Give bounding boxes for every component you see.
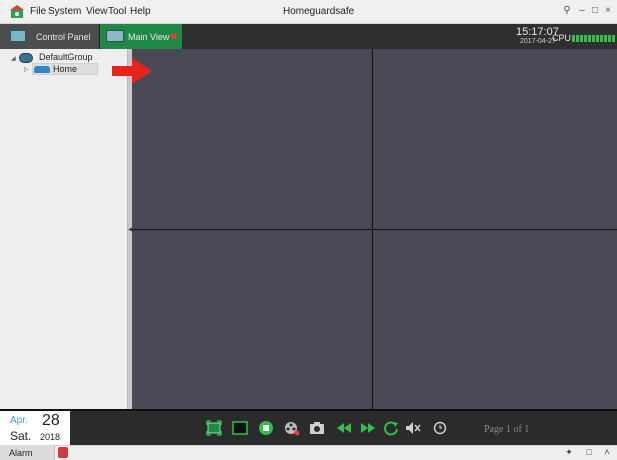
- tree-group-label[interactable]: DefaultGroup: [39, 52, 93, 62]
- tree-expand-icon[interactable]: ◢: [11, 55, 16, 62]
- tree-device-label[interactable]: Home: [53, 64, 77, 74]
- maximize-icon[interactable]: □: [590, 5, 600, 17]
- video-pane-3[interactable]: [132, 230, 372, 409]
- cpu-label: CPU: [552, 33, 572, 43]
- red-arrow-icon: [112, 58, 152, 84]
- tab-control-panel[interactable]: Control Panel: [0, 24, 100, 49]
- tab-main-view-label: Main View: [128, 32, 170, 42]
- status-bar: [0, 445, 617, 460]
- mute-icon[interactable]: [405, 420, 421, 436]
- window-icon[interactable]: □: [584, 447, 594, 457]
- tab-main-view[interactable]: Main View: [100, 24, 182, 49]
- fullscreen-icon[interactable]: [206, 420, 222, 436]
- calendar-weekday: Sat.: [10, 429, 32, 443]
- alarm-icon[interactable]: [58, 447, 68, 458]
- refresh-icon[interactable]: [383, 420, 399, 436]
- stop-icon[interactable]: [258, 420, 274, 436]
- pin-icon[interactable]: ✦: [564, 447, 574, 457]
- group-icon: [19, 53, 33, 63]
- menu-tool[interactable]: Tool: [108, 6, 126, 17]
- tree-collapse-icon[interactable]: ▷: [24, 66, 29, 73]
- device-tree-panel: [0, 49, 127, 409]
- single-view-icon[interactable]: [232, 420, 248, 436]
- snapshot-icon[interactable]: [309, 420, 325, 436]
- clock-icon[interactable]: [432, 420, 448, 436]
- alarm-label[interactable]: Alarm: [9, 448, 33, 458]
- calendar-day: 28: [42, 412, 60, 429]
- grid-divider-horizontal: [132, 229, 617, 230]
- menu-system[interactable]: System: [48, 6, 81, 17]
- tab-control-panel-label: Control Panel: [36, 32, 91, 42]
- video-pane-1[interactable]: [132, 49, 372, 229]
- cpu-meter: [572, 35, 615, 42]
- page-indicator: Page 1 of 1: [484, 424, 530, 435]
- tab-close-icon[interactable]: [171, 33, 177, 39]
- device-icon: [34, 66, 50, 73]
- clock-date: 2017-04-27: [520, 38, 556, 45]
- minimize-icon[interactable]: –: [577, 5, 587, 17]
- calendar-month: Apr.: [10, 415, 28, 426]
- rewind-icon[interactable]: [336, 420, 352, 436]
- window-title: Homeguardsafe: [283, 6, 355, 17]
- menu-view[interactable]: View: [86, 6, 108, 17]
- control-panel-icon: [10, 30, 26, 42]
- video-pane-2[interactable]: [373, 49, 617, 229]
- forward-icon[interactable]: [360, 420, 376, 436]
- menu-bar: File System View Tool Help Homeguardsafe…: [0, 0, 617, 24]
- menu-help[interactable]: Help: [130, 6, 151, 17]
- chevron-up-icon[interactable]: ˄: [602, 447, 612, 457]
- record-icon[interactable]: [284, 420, 300, 436]
- menu-file[interactable]: File: [30, 6, 46, 17]
- app-logo-icon: [10, 5, 24, 18]
- video-pane-4[interactable]: [373, 230, 617, 409]
- lock-icon[interactable]: ⚲: [562, 5, 572, 17]
- monitor-icon: [106, 30, 124, 42]
- close-icon[interactable]: ×: [603, 5, 613, 17]
- calendar-year: 2018: [40, 432, 61, 442]
